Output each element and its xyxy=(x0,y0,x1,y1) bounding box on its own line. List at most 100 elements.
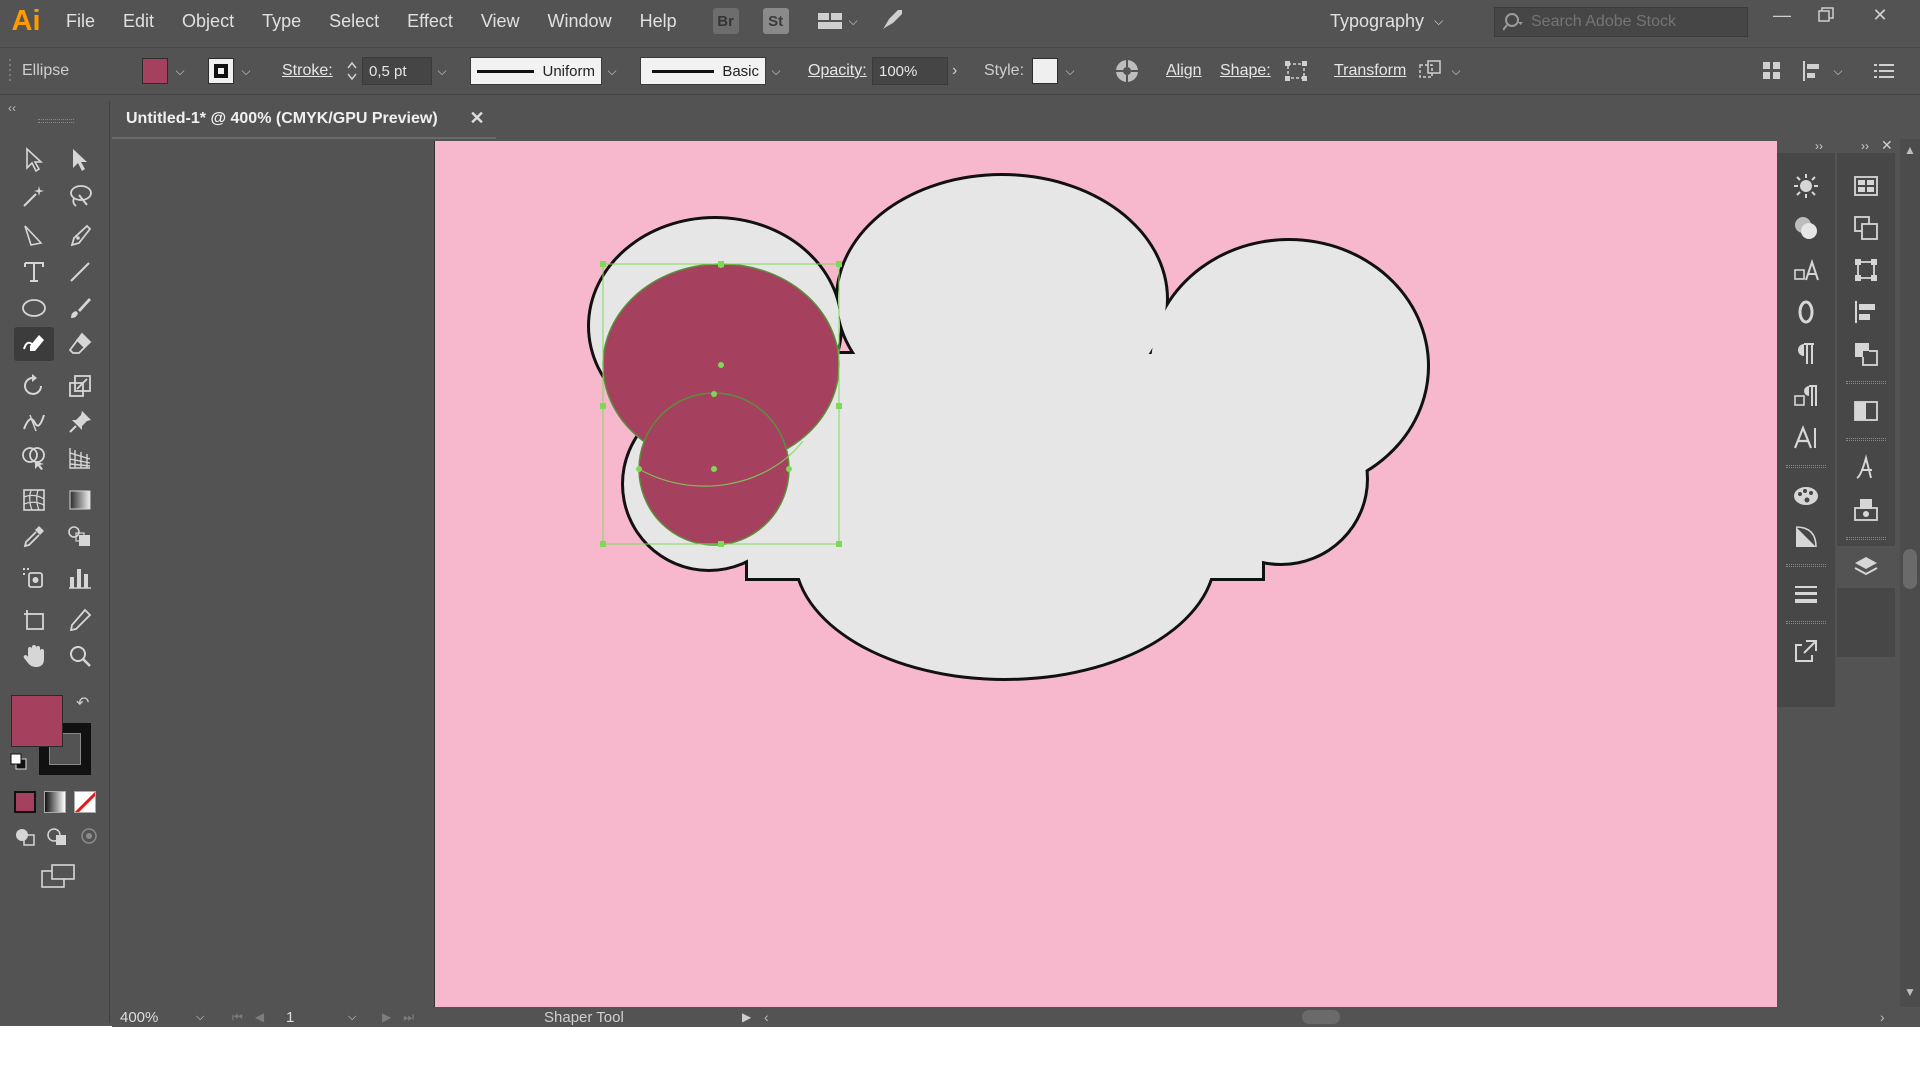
transform-label[interactable]: Transform xyxy=(1334,48,1406,94)
fill-color-swatch[interactable] xyxy=(11,695,63,747)
paintbrush-tool[interactable] xyxy=(60,291,100,325)
fill-color-control[interactable]: ⌵ xyxy=(142,48,190,94)
direct-selection-tool[interactable] xyxy=(60,143,100,177)
first-artboard-icon[interactable]: ⏮ xyxy=(232,1010,243,1025)
panel-gradient[interactable] xyxy=(1777,516,1835,558)
opacity-label[interactable]: Opacity: xyxy=(808,48,867,94)
change-screen-mode-button[interactable] xyxy=(40,863,76,894)
workspace-switcher[interactable]: Typography ⌵ xyxy=(1330,8,1443,34)
bridge-button[interactable]: Br xyxy=(712,8,739,34)
panel-layers[interactable] xyxy=(1837,546,1895,588)
blend-tool[interactable] xyxy=(60,519,100,553)
perspective-grid-tool[interactable] xyxy=(60,441,100,475)
opacity-value[interactable]: 100% xyxy=(872,57,948,85)
symbol-sprayer-tool[interactable] xyxy=(14,561,54,595)
scale-tool[interactable] xyxy=(60,369,100,403)
mesh-tool[interactable] xyxy=(14,483,54,517)
minimize-button[interactable]: — xyxy=(1760,0,1804,30)
artboard-nav-next[interactable]: ▶ ⏭ xyxy=(382,1007,414,1027)
artwork-canvas[interactable] xyxy=(435,141,1778,1007)
close-window-button[interactable]: ✕ xyxy=(1858,0,1902,30)
gpu-performance-button[interactable] xyxy=(880,6,906,37)
artboard-dropdown[interactable]: ⌵ xyxy=(348,1007,356,1027)
arrange-documents-button[interactable]: ⌵ xyxy=(817,11,858,31)
last-artboard-icon[interactable]: ⏭ xyxy=(403,1010,414,1025)
align-label[interactable]: Align xyxy=(1166,48,1202,94)
menu-object[interactable]: Object xyxy=(168,0,248,42)
menu-view[interactable]: View xyxy=(467,0,534,42)
slice-tool[interactable] xyxy=(60,603,100,637)
menu-edit[interactable]: Edit xyxy=(109,0,168,42)
swap-fill-stroke-icon[interactable]: ↶ xyxy=(76,693,89,713)
arrange-panels-button[interactable] xyxy=(1762,48,1782,94)
opacity-field[interactable]: 100% › xyxy=(872,48,957,94)
panel-stroke[interactable] xyxy=(1777,573,1835,615)
menu-help[interactable]: Help xyxy=(626,0,691,42)
pen-tool[interactable] xyxy=(60,219,100,253)
stock-button[interactable]: St xyxy=(762,8,789,34)
none-mode-button[interactable] xyxy=(74,791,96,813)
stroke-label[interactable]: Stroke: xyxy=(282,48,333,94)
panel-export[interactable] xyxy=(1777,630,1835,672)
scroll-down-icon[interactable]: ▼ xyxy=(1904,985,1916,999)
width-tool[interactable] xyxy=(14,405,54,439)
draw-inside-button[interactable] xyxy=(78,825,100,852)
menu-window[interactable]: Window xyxy=(534,0,626,42)
eyedropper-tool[interactable] xyxy=(14,519,54,553)
close-tab-button[interactable]: ✕ xyxy=(466,107,488,129)
line-segment-tool[interactable] xyxy=(60,255,100,289)
column-graph-tool[interactable] xyxy=(60,561,100,595)
previous-artboard-icon[interactable]: ◀ xyxy=(255,1010,264,1024)
scroll-up-icon[interactable]: ▲ xyxy=(1904,143,1916,157)
artboard-number-field[interactable]: 1 xyxy=(286,1007,340,1027)
zoom-tool[interactable] xyxy=(60,639,100,673)
panel-paragraph-styles[interactable] xyxy=(1777,375,1835,417)
panel-paragraph[interactable] xyxy=(1777,333,1835,375)
shape-label[interactable]: Shape: xyxy=(1220,48,1271,94)
gradient-mode-button[interactable] xyxy=(44,791,66,813)
stock-search-input[interactable] xyxy=(1531,13,1741,31)
toolbar-gripper[interactable] xyxy=(38,119,74,123)
panel-pathfinder[interactable] xyxy=(1837,333,1895,375)
menu-file[interactable]: File xyxy=(52,0,109,42)
menu-select[interactable]: Select xyxy=(315,0,393,42)
menu-effect[interactable]: Effect xyxy=(393,0,467,42)
stroke-color-control[interactable]: ⌵ xyxy=(208,48,256,94)
magic-wand-tool[interactable] xyxy=(14,179,54,213)
pasteboard[interactable] xyxy=(112,139,434,1007)
hand-tool[interactable] xyxy=(14,639,54,673)
stroke-weight-field[interactable]: 0,5 pt ⌵ xyxy=(362,48,452,94)
artboard[interactable] xyxy=(434,141,1777,1007)
puppet-warp-tool[interactable] xyxy=(60,405,100,439)
panel-appearance[interactable] xyxy=(1777,165,1835,207)
expand-dock-button-2[interactable]: ›› xyxy=(1861,139,1869,153)
recolor-artwork-button[interactable] xyxy=(1114,48,1140,94)
draw-behind-button[interactable] xyxy=(46,825,68,852)
variable-width-profile[interactable]: Uniform ⌵ xyxy=(470,48,622,94)
stroke-weight-stepper[interactable] xyxy=(346,48,358,94)
ellipse-tool[interactable] xyxy=(14,291,54,325)
graphic-style-swatch[interactable] xyxy=(1032,58,1058,84)
draw-normal-button[interactable] xyxy=(14,825,36,852)
rotate-tool[interactable] xyxy=(14,369,54,403)
horizontal-scroll-thumb[interactable] xyxy=(1302,1007,1340,1027)
close-dock-button[interactable]: ✕ xyxy=(1881,137,1893,154)
shape-builder-tool[interactable] xyxy=(14,441,54,475)
panel-transform[interactable] xyxy=(1837,249,1895,291)
restore-button[interactable] xyxy=(1804,0,1848,30)
graphic-style-picker[interactable]: ⌵ xyxy=(1032,48,1080,94)
brush-definition[interactable]: Basic ⌵ xyxy=(640,48,786,94)
stroke-swatch[interactable] xyxy=(208,58,234,84)
shaper-tool[interactable] xyxy=(14,327,54,361)
scroll-right-icon[interactable]: › xyxy=(1880,1007,1885,1027)
artboard-tool[interactable] xyxy=(14,603,54,637)
collapse-toolbar-button[interactable]: ‹‹ xyxy=(8,101,16,117)
gradient-tool[interactable] xyxy=(60,483,100,517)
panel-color[interactable] xyxy=(1777,207,1835,249)
color-mode-button[interactable] xyxy=(14,791,36,813)
panel-character-styles[interactable] xyxy=(1777,249,1835,291)
panel-align[interactable] xyxy=(1837,291,1895,333)
panel-gripper[interactable] xyxy=(8,48,14,94)
vertical-scrollbar[interactable]: ▲ ▼ xyxy=(1900,139,1920,1007)
panel-swatches[interactable] xyxy=(1777,474,1835,516)
